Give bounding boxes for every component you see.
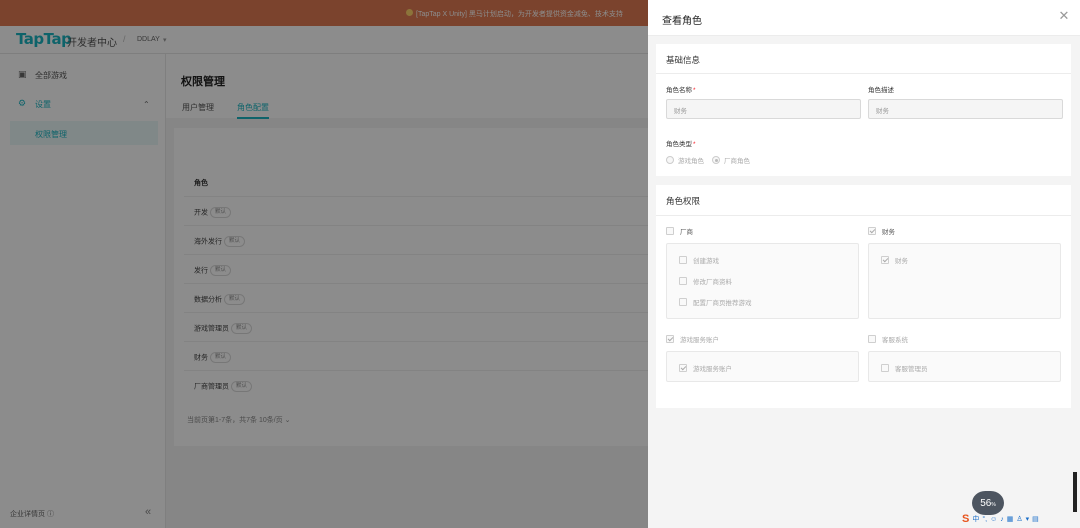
divider	[656, 215, 1071, 216]
perm-create-game[interactable]: 创建游戏	[679, 255, 719, 265]
checkbox[interactable]	[868, 335, 876, 343]
emoji-icon[interactable]: ☺	[990, 516, 997, 523]
role-desc-label: 角色描述	[868, 87, 894, 94]
perm-children-game-service: 游戏服务账户	[666, 351, 859, 382]
ime-toolbar: S 中 °, ☺ ♪ ▦ ♙ ▾ ▤	[962, 510, 1080, 528]
checkbox[interactable]	[679, 277, 687, 285]
checkbox[interactable]	[881, 364, 889, 372]
perm-group-customer-service[interactable]: 客服系统	[868, 334, 908, 344]
perm-children-finance: 财务	[868, 243, 1061, 319]
drawer-title: 查看角色	[662, 16, 702, 27]
microphone-icon[interactable]: ♪	[1000, 516, 1004, 523]
basic-info-panel: 基础信息 角色名称* 财务 角色描述 财务 角色类型* 游戏角色 厂商角色	[656, 44, 1071, 176]
drawer-header: 查看角色 ✕	[648, 0, 1080, 36]
checkbox[interactable]	[881, 256, 889, 264]
checkbox[interactable]	[679, 364, 687, 372]
role-name-field[interactable]: 财务	[666, 99, 861, 119]
perm-group-game-service-account[interactable]: 游戏服务账户	[666, 334, 719, 344]
radio-vendor-role[interactable]	[712, 156, 720, 164]
section-title: 角色权限	[666, 196, 701, 206]
role-desc-field[interactable]: 财务	[868, 99, 1063, 119]
perm-children-vendor: 创建游戏 修改厂商资料 配置厂商页推荐游戏	[666, 243, 859, 319]
section-title: 基础信息	[666, 55, 701, 65]
checkbox[interactable]	[666, 227, 674, 235]
skin-icon[interactable]: ▾	[1026, 515, 1030, 523]
checkbox[interactable]	[679, 256, 687, 264]
checkbox[interactable]	[679, 298, 687, 306]
role-type-radio-group: 游戏角色 厂商角色	[666, 155, 750, 165]
perm-group-finance[interactable]: 财务	[868, 226, 895, 236]
punctuation-icon[interactable]: °,	[982, 516, 987, 523]
user-icon[interactable]: ♙	[1016, 515, 1022, 523]
checkbox[interactable]	[868, 227, 876, 235]
modal-mask[interactable]	[0, 0, 648, 528]
view-role-drawer: 查看角色 ✕ 基础信息 角色名称* 财务 角色描述 财务 角色类型* 游戏角色 …	[648, 0, 1080, 528]
close-icon[interactable]: ✕	[1056, 8, 1072, 24]
radio-game-role[interactable]	[666, 156, 674, 164]
keyboard-icon[interactable]: ▦	[1007, 515, 1014, 523]
perm-vendor-page-recommend[interactable]: 配置厂商页推荐游戏	[679, 297, 752, 307]
radio-label: 游戏角色	[678, 158, 704, 165]
tray-handle[interactable]	[1073, 472, 1077, 512]
ime-language-toggle[interactable]: 中	[972, 514, 979, 524]
perm-group-vendor[interactable]: 厂商	[666, 226, 693, 236]
role-permissions-panel: 角色权限 厂商 创建游戏 修改厂商资料 配置厂商页推荐游戏 财务 财务 游戏服务…	[656, 185, 1071, 408]
perm-edit-vendor-profile[interactable]: 修改厂商资料	[679, 276, 732, 286]
radio-label: 厂商角色	[724, 158, 750, 165]
role-type-label: 角色类型*	[666, 141, 696, 148]
perm-game-service-account[interactable]: 游戏服务账户	[679, 363, 732, 373]
perm-finance[interactable]: 财务	[881, 255, 908, 265]
perm-cs-admin[interactable]: 客服管理员	[881, 363, 928, 373]
divider	[656, 73, 1071, 74]
role-name-label: 角色名称*	[666, 87, 696, 94]
perm-children-customer-service: 客服管理员	[868, 351, 1061, 382]
sogou-ime-icon[interactable]: S	[962, 513, 969, 525]
grid-menu-icon[interactable]: ▤	[1032, 515, 1039, 523]
checkbox[interactable]	[666, 335, 674, 343]
